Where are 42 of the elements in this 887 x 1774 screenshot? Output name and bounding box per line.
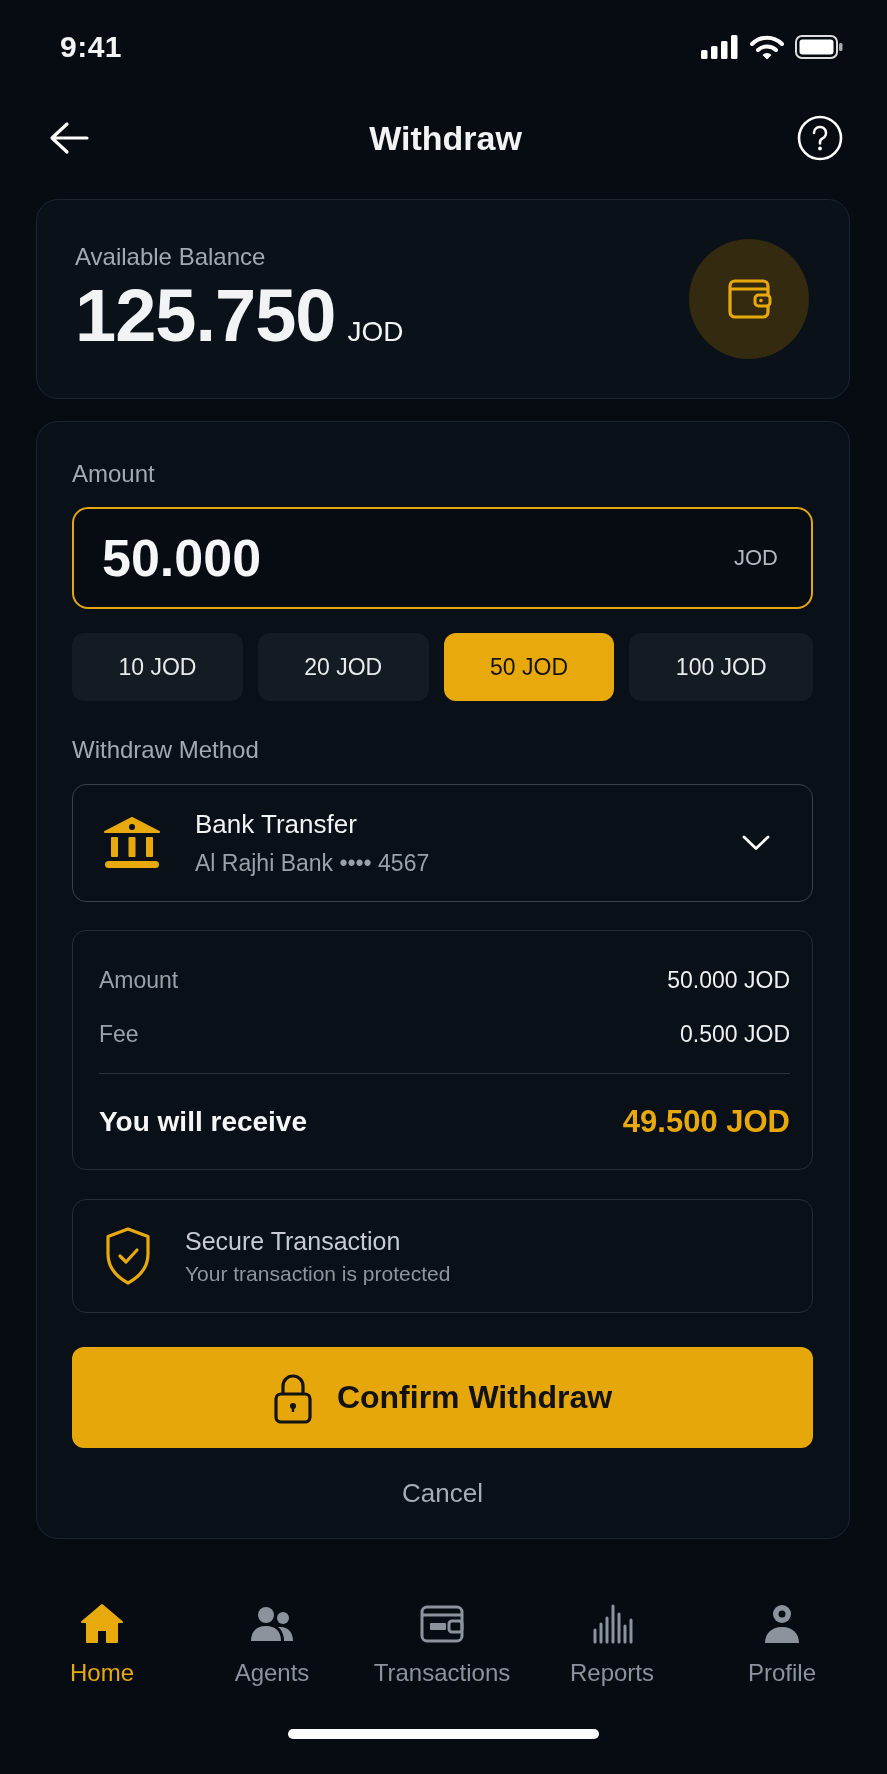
wifi-icon	[750, 34, 784, 60]
nav-tab[interactable]: Home	[70, 1600, 134, 1687]
method-name: Bank Transfer	[195, 809, 357, 840]
shield-check-icon	[105, 1227, 151, 1285]
confirm-button[interactable]: Confirm Withdraw	[72, 1347, 813, 1448]
method-account: Al Rajhi Bank •••• 4567	[195, 850, 430, 877]
security-subtitle: Your transaction is protected	[185, 1261, 451, 1286]
quick-amount-chip[interactable]: 100 JOD	[629, 633, 814, 701]
quick-amount-chip[interactable]: 10 JOD	[72, 633, 243, 701]
summary-label: Fee	[99, 1020, 139, 1048]
wallet-icon	[689, 239, 809, 359]
help-icon[interactable]	[797, 115, 843, 161]
security-title: Secure Transaction	[185, 1226, 401, 1256]
bank-icon	[103, 817, 161, 869]
nav-tab[interactable]: Profile	[748, 1600, 816, 1687]
total-value: 49.500 JOD	[622, 1103, 790, 1140]
amount-label: Amount	[72, 460, 156, 488]
total-label: You will receive	[99, 1105, 308, 1138]
lock-icon	[272, 1371, 313, 1424]
nav-tab[interactable]: Reports	[569, 1600, 654, 1687]
nav-tab[interactable]: Transactions	[373, 1600, 511, 1687]
battery-icon	[795, 35, 843, 59]
chevron-down-icon	[742, 835, 770, 851]
nav-tab[interactable]: Agents	[234, 1600, 310, 1687]
back-arrow-icon[interactable]	[48, 121, 90, 155]
amount-input[interactable]: 50.000	[102, 527, 722, 589]
balance-amount: 125.750	[75, 276, 336, 356]
balance-label: Available Balance	[75, 242, 267, 272]
cancel-button[interactable]: Cancel	[396, 1476, 489, 1510]
quick-amount-chip[interactable]: 20 JOD	[257, 633, 429, 701]
quick-amount-chip[interactable]: 50 JOD	[443, 633, 615, 701]
balance-currency: JOD	[347, 316, 404, 348]
amount-field[interactable]: 50.000 JOD	[72, 507, 813, 609]
method-select[interactable]: Bank Transfer Al Rajhi Bank •••• 4567	[72, 784, 813, 902]
currency-suffix: JOD	[734, 545, 778, 571]
summary-value: 50.000 JOD	[667, 966, 790, 994]
signal-icon	[701, 35, 739, 59]
summary-label: Amount	[99, 966, 179, 994]
summary-value: 0.500 JOD	[680, 1020, 790, 1048]
screen-title: Withdraw	[369, 118, 522, 158]
status-time: 9:41	[60, 30, 123, 64]
method-label: Withdraw Method	[72, 736, 260, 764]
